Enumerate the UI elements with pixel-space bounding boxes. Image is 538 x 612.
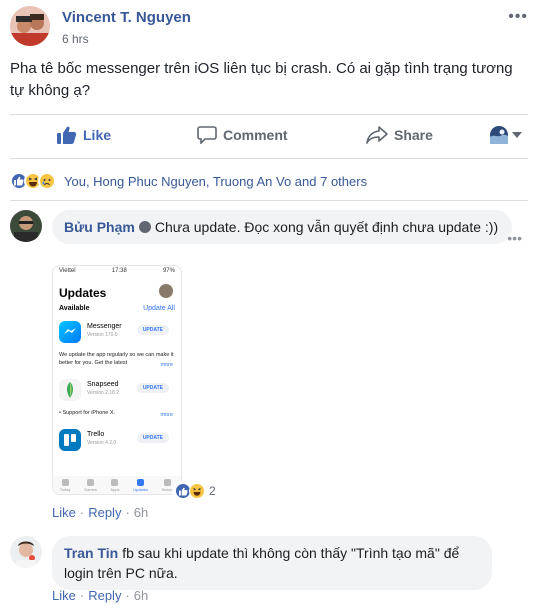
- more-link: more: [160, 412, 173, 418]
- commenter-name[interactable]: Tran Tin: [64, 545, 118, 561]
- author-name[interactable]: Vincent T. Nguyen: [62, 9, 191, 26]
- snapseed-app-icon: [59, 379, 81, 401]
- available-row: Available Update All: [53, 302, 181, 315]
- commenter-avatar[interactable]: [10, 536, 42, 568]
- comment-time[interactable]: 6h: [134, 505, 148, 520]
- tab-games: Games: [84, 479, 97, 494]
- comment-label: Comment: [223, 127, 288, 143]
- app-version: Version 2.18.2: [87, 390, 119, 396]
- updates-title: Updates: [53, 278, 181, 302]
- caret-down-icon: [512, 132, 522, 138]
- comment-bubble: Bửu Phạm Chưa update. Đọc xong vẫn quyết …: [52, 210, 512, 244]
- updates-title-text: Updates: [59, 286, 107, 300]
- tab-updates: Updates: [133, 479, 148, 494]
- comment-meta: Like · Reply · 6h: [52, 588, 149, 603]
- share-button[interactable]: Share: [366, 118, 433, 152]
- comment-reply-link[interactable]: Reply: [88, 588, 121, 603]
- commenter-name[interactable]: Bửu Phạm: [64, 219, 135, 235]
- reactions-summary[interactable]: You, Hong Phuc Nguyen, Truong An Vo and …: [10, 170, 367, 192]
- author-avatar[interactable]: [10, 6, 50, 46]
- tab-today: Today: [60, 479, 70, 494]
- phone-status-bar: Viettel 17:38 97%: [53, 266, 181, 278]
- app-row: Messenger Version 170.0 UPDATE: [59, 319, 175, 351]
- haha-reaction-icon: [189, 483, 205, 499]
- user-avatar-icon: [490, 126, 508, 144]
- like-button[interactable]: Like: [57, 118, 111, 152]
- like-label: Like: [83, 127, 112, 143]
- app-update-button: UPDATE: [136, 325, 169, 335]
- tab-apps: Apps: [110, 479, 120, 494]
- comment-like-link[interactable]: Like: [52, 588, 76, 603]
- comment-button[interactable]: Comment: [197, 118, 288, 152]
- reaction-as-selector[interactable]: [490, 126, 522, 144]
- app-row: Trello Version 4.2.0 UPDATE: [59, 427, 175, 459]
- app-row: Snapseed Version 2.18.2 UPDATE: [59, 377, 175, 409]
- app-name: Snapseed: [87, 381, 119, 388]
- app-update-button: UPDATE: [136, 433, 169, 443]
- carrier: Viettel: [59, 268, 76, 274]
- commenter-avatar[interactable]: [10, 210, 42, 242]
- comment-text: Chưa update. Đọc xong vẫn quyết định chư…: [154, 219, 499, 235]
- comment-image[interactable]: Viettel 17:38 97% Updates Available Upda…: [52, 265, 182, 495]
- update-all-link: Update All: [143, 305, 175, 312]
- sad-reaction-icon: [38, 172, 56, 190]
- share-icon: [366, 126, 388, 144]
- comment: Tran Tin fb sau khi update thì không còn …: [10, 536, 528, 590]
- available-label: Available: [59, 305, 90, 312]
- comment-bubble: Tran Tin fb sau khi update thì không còn …: [52, 536, 492, 590]
- reaction-count: 2: [209, 484, 216, 498]
- post-text: Pha tê bốc messenger trên iOS liên tục b…: [10, 60, 513, 99]
- app-version: Version 170.0: [87, 332, 118, 338]
- app-description-text: We update the app regularly so we can ma…: [59, 352, 174, 366]
- more-link: more: [160, 362, 173, 368]
- share-label: Share: [394, 127, 433, 143]
- reaction-icons: [10, 172, 56, 190]
- app-name: Trello: [87, 431, 105, 438]
- comment-time[interactable]: 6h: [134, 588, 148, 603]
- app-description-text: • Support for iPhone X.: [59, 410, 116, 416]
- divider: [10, 200, 528, 201]
- verified-badge-icon: [138, 221, 151, 233]
- post-header: Vincent T. Nguyen 6 hrs •••: [10, 6, 528, 50]
- thumbs-up-icon: [57, 126, 77, 144]
- divider: [10, 158, 528, 159]
- comment-meta: Like · Reply · 6h: [52, 505, 149, 520]
- app-name: Messenger: [87, 323, 122, 330]
- trello-app-icon: [59, 429, 81, 451]
- account-avatar: [159, 284, 173, 298]
- divider: [10, 114, 528, 115]
- post-action-bar: Like Comment Share: [10, 118, 528, 152]
- comment-options-icon[interactable]: •••: [507, 230, 522, 246]
- post-options-icon[interactable]: •••: [508, 8, 528, 26]
- clock: 17:38: [111, 268, 127, 274]
- app-description: • Support for iPhone X. more: [53, 409, 181, 419]
- app-description: We update the app regularly so we can ma…: [53, 351, 181, 369]
- reactions-text[interactable]: You, Hong Phuc Nguyen, Truong An Vo and …: [64, 174, 367, 189]
- app-update-button: UPDATE: [136, 383, 169, 393]
- app-store-tab-bar: Today Games Apps Updates Search: [53, 476, 181, 494]
- comment-icon: [197, 126, 217, 144]
- comment-text: fb sau khi update thì không còn thấy "Tr…: [64, 545, 460, 581]
- comment-like-link[interactable]: Like: [52, 505, 76, 520]
- messenger-app-icon: [59, 321, 81, 343]
- comment-reactions[interactable]: 2: [172, 481, 219, 501]
- app-version: Version 4.2.0: [87, 440, 117, 446]
- battery: 97%: [162, 268, 175, 274]
- comment-reply-link[interactable]: Reply: [88, 505, 121, 520]
- post-timestamp[interactable]: 6 hrs: [62, 32, 89, 46]
